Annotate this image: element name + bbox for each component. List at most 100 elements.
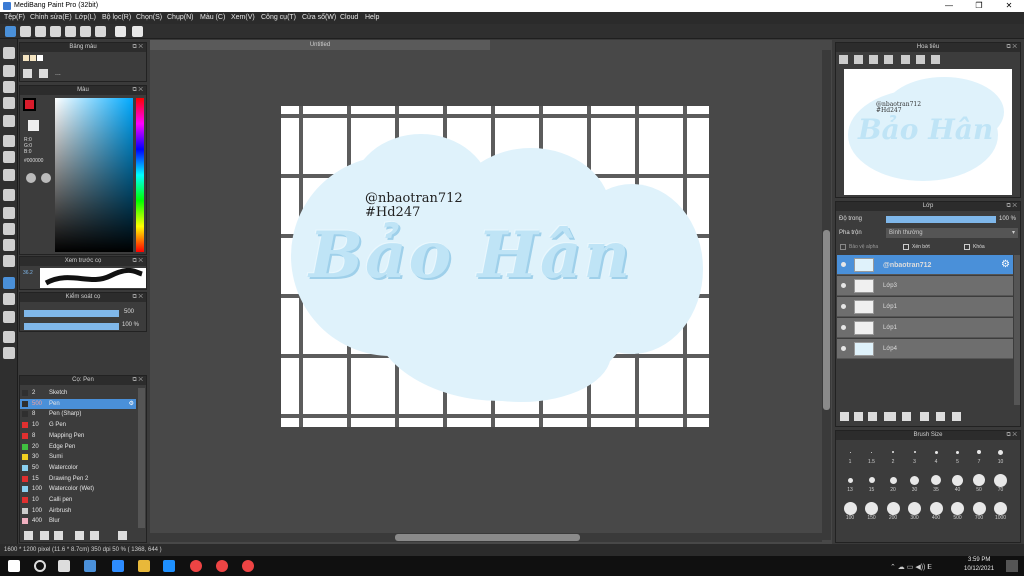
- panel-close-icon[interactable]: ⧉ ✕: [1006, 202, 1017, 211]
- zoom-out-icon[interactable]: [854, 55, 863, 64]
- save-icon[interactable]: [20, 26, 31, 37]
- search-icon[interactable]: [34, 560, 46, 572]
- layer-row[interactable]: Lớp1: [837, 318, 1013, 338]
- chrome-taskbar-icon[interactable]: [190, 560, 202, 572]
- menu-layer[interactable]: Lớp(L): [75, 14, 96, 21]
- color-sv-field[interactable]: [55, 98, 133, 252]
- new-halftone-layer-icon[interactable]: [854, 412, 863, 421]
- chrome-taskbar-icon[interactable]: [216, 560, 228, 572]
- tray-icons[interactable]: ⌃ ☁ ▭ ◀)) 𝐄: [890, 563, 932, 572]
- move-tool-icon[interactable]: [3, 115, 15, 127]
- brush-size-option[interactable]: 3: [905, 445, 925, 465]
- menu-capture[interactable]: Chụp(N): [167, 14, 193, 21]
- chrome-taskbar-icon[interactable]: [242, 560, 254, 572]
- brush-item[interactable]: 15 Drawing Pen 2: [20, 474, 136, 484]
- layer-menu-icon[interactable]: [884, 412, 896, 421]
- select-pen-icon[interactable]: [3, 239, 15, 251]
- visibility-icon[interactable]: [841, 325, 846, 330]
- eraser-tool-icon[interactable]: [3, 65, 15, 77]
- menu-view[interactable]: Xem(V): [231, 14, 255, 21]
- color-mix-icon[interactable]: [41, 173, 51, 183]
- brush-size-option[interactable]: 1000: [991, 501, 1011, 521]
- maximize-button[interactable]: ❐: [964, 0, 994, 12]
- menu-select[interactable]: Chọn(S): [136, 14, 162, 21]
- brush-item[interactable]: 10 G Pen: [20, 420, 136, 430]
- brush-copy-icon[interactable]: [75, 531, 84, 540]
- explorer-taskbar-icon[interactable]: [138, 560, 150, 572]
- task-view-icon[interactable]: [58, 560, 70, 572]
- delete-layer-icon[interactable]: [952, 412, 961, 421]
- ruler-icon[interactable]: [3, 331, 15, 343]
- brush-size-option[interactable]: 1.5: [862, 445, 882, 465]
- magic-wand-icon[interactable]: [3, 223, 15, 235]
- brush-size-option[interactable]: 40: [948, 473, 968, 493]
- brush-size-option[interactable]: 30: [905, 473, 925, 493]
- medibang-taskbar-icon[interactable]: [84, 560, 96, 572]
- redo-icon[interactable]: [132, 26, 143, 37]
- merge-layer-icon[interactable]: [936, 412, 945, 421]
- brush-size-option[interactable]: 10: [991, 445, 1011, 465]
- blend-mode-select[interactable]: Bình thường ▾: [886, 228, 1018, 238]
- rotate-right-icon[interactable]: [931, 55, 940, 64]
- brush-size-option[interactable]: 150: [862, 501, 882, 521]
- new-layer-icon[interactable]: [840, 412, 849, 421]
- lasso-icon[interactable]: [3, 207, 15, 219]
- brush-item[interactable]: 2 Sketch: [20, 388, 136, 398]
- panel-close-icon[interactable]: ⧉ ✕: [132, 86, 143, 95]
- layer-row[interactable]: Lớp3: [837, 276, 1013, 296]
- menu-tools[interactable]: Công cụ(T): [261, 14, 296, 21]
- secondary-color-swatch[interactable]: [28, 120, 39, 131]
- operation-icon[interactable]: [3, 293, 15, 305]
- gear-icon[interactable]: ⚙: [129, 399, 134, 409]
- close-button[interactable]: ✕: [994, 0, 1024, 12]
- pen-tool-icon[interactable]: [3, 47, 15, 59]
- panel-close-icon[interactable]: ⧉ ✕: [1006, 43, 1017, 52]
- brush-item[interactable]: 8 Mapping Pen: [20, 431, 136, 441]
- hand-tool-icon[interactable]: [3, 347, 15, 359]
- brush-size-option[interactable]: 13: [840, 473, 860, 493]
- brush-size-option[interactable]: 35: [926, 473, 946, 493]
- brush-item[interactable]: 8 Pen (Sharp): [20, 409, 136, 419]
- brush-item[interactable]: 30 Sumi: [20, 452, 136, 462]
- brush-size-option[interactable]: 200: [883, 501, 903, 521]
- brush-size-option[interactable]: 20: [883, 473, 903, 493]
- rotate-left-icon[interactable]: [901, 55, 910, 64]
- brush-size-option[interactable]: 5: [948, 445, 968, 465]
- brush-folder-icon[interactable]: [54, 531, 63, 540]
- bucket-fill-icon[interactable]: [3, 151, 15, 163]
- grid-icon[interactable]: [65, 26, 76, 37]
- brush-item[interactable]: 500 Pen ⚙: [20, 398, 136, 409]
- rect-select-icon[interactable]: [3, 81, 15, 93]
- brush-import-icon[interactable]: [90, 531, 99, 540]
- new-8bit-layer-icon[interactable]: [868, 412, 877, 421]
- panel-icon[interactable]: [95, 26, 106, 37]
- brush-size-option[interactable]: 70: [991, 473, 1011, 493]
- panel-close-icon[interactable]: ⧉ ✕: [132, 376, 143, 385]
- cloud-icon[interactable]: [5, 26, 16, 37]
- reset-rotation-icon[interactable]: [916, 55, 925, 64]
- select-icon[interactable]: [3, 189, 15, 201]
- menu-color[interactable]: Màu (C): [200, 14, 225, 21]
- brush-list-scrollbar[interactable]: [138, 388, 145, 528]
- protect-alpha-checkbox[interactable]: [840, 244, 846, 250]
- brush-size-option[interactable]: 15: [862, 473, 882, 493]
- brush-size-option[interactable]: 50: [969, 473, 989, 493]
- panel-close-icon[interactable]: ⧉ ✕: [132, 257, 143, 266]
- brush-size-option[interactable]: 500: [948, 501, 968, 521]
- gradient-icon[interactable]: [3, 169, 15, 181]
- navigator-thumbnail[interactable]: @nbaotran712 #Hd247 Bảo Hân: [844, 69, 1012, 195]
- menu-help[interactable]: Help: [365, 14, 379, 21]
- brush-item[interactable]: 50 Watercolor: [20, 463, 136, 473]
- lock-checkbox[interactable]: [964, 244, 970, 250]
- layer-row[interactable]: Lớp1: [837, 297, 1013, 317]
- brush-item[interactable]: 10 Calli pen: [20, 495, 136, 505]
- primary-color-swatch[interactable]: [23, 98, 36, 111]
- zoom-in-icon[interactable]: [839, 55, 848, 64]
- visibility-icon[interactable]: [841, 304, 846, 309]
- fill-rect-icon[interactable]: [3, 135, 15, 147]
- brush-opacity-slider[interactable]: [24, 323, 119, 330]
- brush-size-option[interactable]: 4: [926, 445, 946, 465]
- visibility-icon[interactable]: [841, 283, 846, 288]
- layer-row[interactable]: Lớp4: [837, 339, 1013, 359]
- eyedropper-icon[interactable]: [3, 311, 15, 323]
